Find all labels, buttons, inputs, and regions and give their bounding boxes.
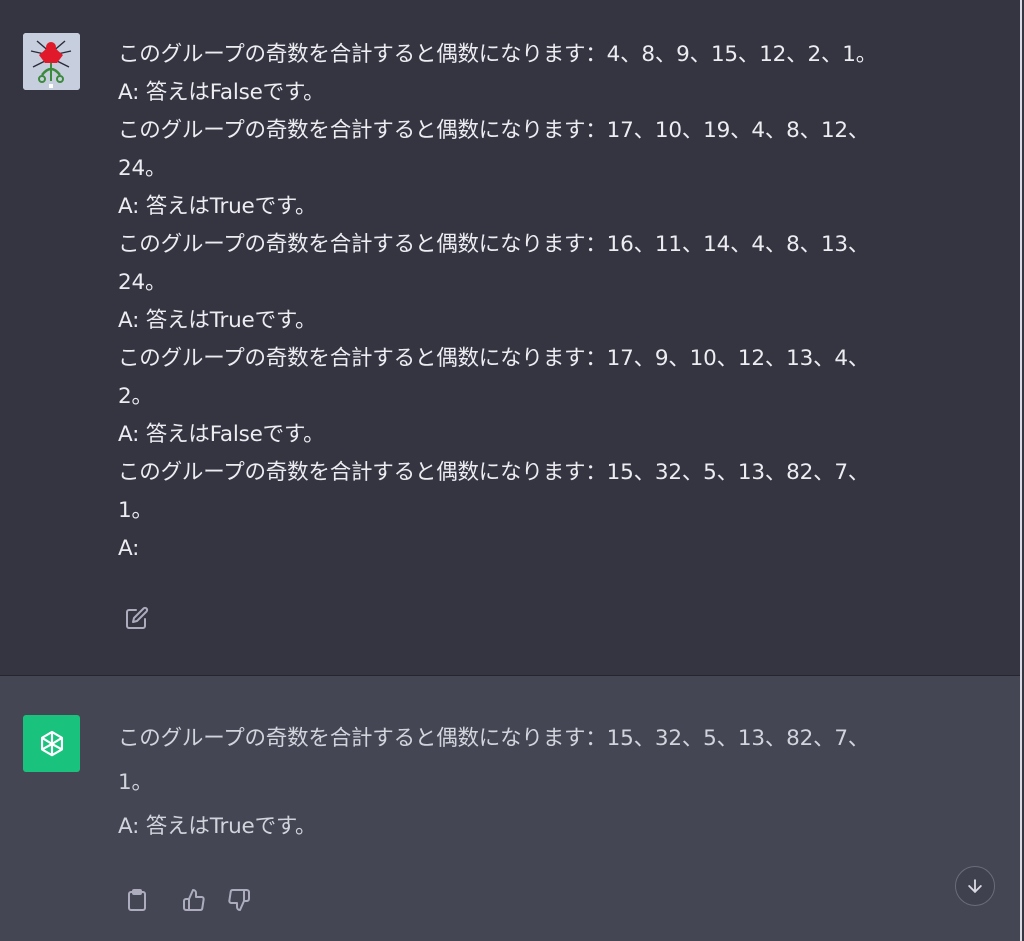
scroll-to-bottom-button[interactable] — [955, 866, 995, 906]
edit-icon — [126, 606, 149, 629]
message-line: 1。 — [118, 770, 153, 795]
message-line: このグループの奇数を合計すると偶数になります：15、32、5、13、82、7、 — [118, 460, 870, 485]
user-message-text: このグループの奇数を合計すると偶数になります：4、8、9、15、12、2、1。 … — [118, 36, 988, 568]
copy-button[interactable] — [123, 886, 151, 914]
thumbs-down-button[interactable] — [225, 886, 253, 914]
thumbs-up-icon — [183, 889, 205, 911]
clipboard-icon — [128, 889, 146, 911]
message-line: A: 答えはFalseです。 — [118, 80, 325, 105]
user-avatar-image — [23, 33, 80, 90]
arrow-down-icon — [968, 879, 982, 893]
message-line: 24。 — [118, 156, 167, 181]
openai-logo-icon — [40, 730, 63, 756]
message-line: このグループの奇数を合計すると偶数になります：16、11、14、4、8、13、 — [118, 232, 870, 257]
message-line: このグループの奇数を合計すると偶数になります：4、8、9、15、12、2、1。 — [118, 42, 878, 67]
message-line: A: 答えはTrueです。 — [118, 194, 317, 219]
message-line: A: 答えはTrueです。 — [118, 308, 317, 333]
thumbs-up-button[interactable] — [180, 886, 208, 914]
assistant-avatar — [23, 715, 80, 772]
user-avatar — [23, 33, 80, 90]
message-line: A: 答えはFalseです。 — [118, 422, 325, 447]
assistant-message-text: このグループの奇数を合計すると偶数になります：15、32、5、13、82、7、 … — [118, 719, 988, 851]
chat-page: このグループの奇数を合計すると偶数になります：4、8、9、15、12、2、1。 … — [0, 0, 1022, 941]
message-line: A: 答えはTrueです。 — [118, 814, 317, 839]
message-line: 24。 — [118, 270, 167, 295]
thumbs-down-icon — [228, 889, 250, 911]
message-line: 1。 — [118, 498, 153, 523]
message-line: このグループの奇数を合計すると偶数になります：17、10、19、4、8、12、 — [118, 118, 870, 143]
edit-button[interactable] — [123, 604, 151, 632]
message-line: このグループの奇数を合計すると偶数になります：17、9、10、12、13、4、 — [118, 346, 870, 371]
message-line: このグループの奇数を合計すると偶数になります：15、32、5、13、82、7、 — [118, 726, 870, 751]
message-line: 2。 — [118, 384, 153, 409]
message-line: A: — [118, 536, 140, 561]
